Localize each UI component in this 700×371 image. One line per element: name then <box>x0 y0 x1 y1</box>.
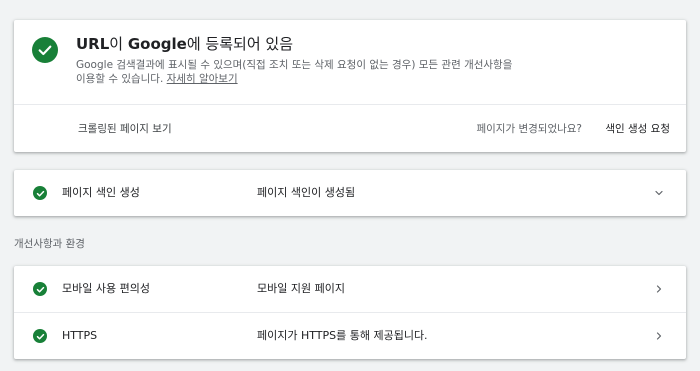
status-title-particle: 이 <box>109 35 128 53</box>
page-indexing-card[interactable]: 페이지 색인 생성 페이지 색인이 생성됨 <box>14 170 686 216</box>
card-divider <box>14 104 686 105</box>
mobile-usability-label: 모바일 사용 편의성 <box>62 282 150 295</box>
check-circle-icon <box>33 329 47 343</box>
request-indexing-button[interactable]: 색인 생성 요청 <box>605 121 670 136</box>
enhancements-heading: 개선사항과 환경 <box>14 238 85 250</box>
https-row[interactable]: HTTPS 페이지가 HTTPS를 통해 제공됩니다. <box>14 313 686 359</box>
check-circle-icon <box>33 282 47 296</box>
status-title-brand: Google <box>127 35 187 53</box>
status-description-text: Google 검색결과에 표시될 수 있으며(직접 조치 또는 삭제 요청이 없… <box>76 59 513 85</box>
check-circle-icon <box>33 186 47 200</box>
page-changed-question: 페이지가 변경되었나요? <box>476 123 582 135</box>
chevron-right-icon[interactable] <box>652 329 666 343</box>
page-indexing-row[interactable]: 페이지 색인 생성 페이지 색인이 생성됨 <box>14 170 686 216</box>
page-indexing-label: 페이지 색인 생성 <box>62 186 140 199</box>
page-indexing-value: 페이지 색인이 생성됨 <box>257 186 356 199</box>
learn-more-link[interactable]: 자세히 알아보기 <box>167 73 238 85</box>
chevron-down-icon[interactable] <box>652 186 666 200</box>
https-label: HTTPS <box>62 329 98 342</box>
url-status-card: URL이 Google에 등록되어 있음 Google 검색결과에 표시될 수 … <box>14 20 686 152</box>
status-description: Google 검색결과에 표시될 수 있으며(직접 조치 또는 삭제 요청이 없… <box>76 58 516 86</box>
https-value: 페이지가 HTTPS를 통해 제공됩니다. <box>257 329 428 342</box>
mobile-usability-value: 모바일 지원 페이지 <box>257 282 345 295</box>
url-inspection-page: URL이 Google에 등록되어 있음 Google 검색결과에 표시될 수 … <box>0 0 700 371</box>
status-title-url: URL <box>76 35 110 53</box>
status-title-suffix: 에 등록되어 있음 <box>186 35 293 53</box>
chevron-right-icon[interactable] <box>652 282 666 296</box>
enhancements-card: 모바일 사용 편의성 모바일 지원 페이지 HTTPS 페이지가 HTTPS를 … <box>14 266 686 359</box>
check-circle-icon <box>32 37 58 63</box>
mobile-usability-row[interactable]: 모바일 사용 편의성 모바일 지원 페이지 <box>14 266 686 312</box>
view-crawled-page-button[interactable]: 크롤링된 페이지 보기 <box>78 121 172 136</box>
status-title: URL이 Google에 등록되어 있음 <box>76 34 293 54</box>
